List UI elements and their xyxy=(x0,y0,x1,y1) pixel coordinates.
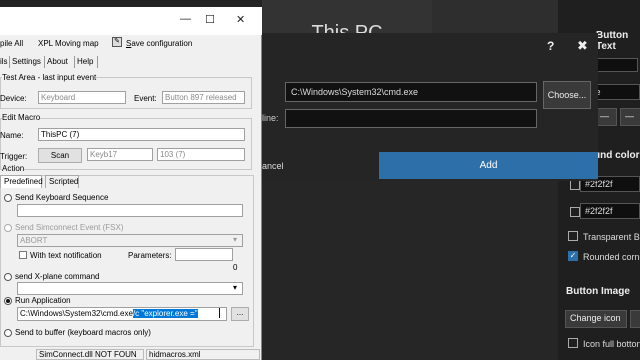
color2-checkbox[interactable] xyxy=(570,207,580,217)
app-args-selected: /c "explorer.exe =" xyxy=(132,309,198,318)
button-image-header: Button Image xyxy=(566,286,630,297)
minimize-icon[interactable]: — xyxy=(180,13,191,25)
dash-icon: — xyxy=(625,111,634,121)
app-path-text: C:\Windows\System32\cmd.exe xyxy=(20,309,133,318)
hidmacros-window: — ☐ ✕ pile All XPL Moving map ✎ Save con… xyxy=(0,7,262,360)
command-line-label: line: xyxy=(262,113,279,123)
color2-input[interactable]: #2f2f2f xyxy=(580,203,640,219)
dash-icon: — xyxy=(600,111,609,121)
browse-button[interactable]: ... xyxy=(231,307,249,321)
transparent-checkbox[interactable] xyxy=(568,231,578,241)
xplane-command-select[interactable] xyxy=(17,282,243,295)
edit-macro-title: Edit Macro xyxy=(2,113,41,122)
tab-scripted[interactable]: Scripted xyxy=(45,175,79,188)
device-field: Keyboard xyxy=(38,91,126,104)
cancel-button[interactable]: ancel xyxy=(262,161,284,171)
menu-separator xyxy=(44,56,45,68)
save-icon: ✎ xyxy=(112,37,122,47)
status-file: hidmacros.xml xyxy=(146,349,260,360)
event-label: Event: xyxy=(134,94,157,103)
xplane-value: 0 xyxy=(233,263,238,272)
send-xplane-label: send X-plane command xyxy=(15,272,100,281)
help-icon[interactable]: ? xyxy=(547,39,554,53)
device-label: Device: xyxy=(0,94,27,103)
save-configuration-button[interactable]: Save configuration xyxy=(126,39,192,48)
button-text-header: Button Text xyxy=(596,30,629,52)
send-simconnect-label: Send Simconnect Event (FSX) xyxy=(15,223,124,232)
text-cursor-icon xyxy=(219,308,220,318)
menu-tools[interactable]: ils xyxy=(0,57,8,66)
title-bar xyxy=(0,7,262,35)
align-center-button[interactable]: — xyxy=(620,108,640,126)
name-label: Name: xyxy=(0,131,24,140)
scan-button[interactable]: Scan xyxy=(38,148,82,163)
status-simconnect: SimConnect.dll NOT FOUN xyxy=(36,349,144,360)
rounded-checkbox[interactable]: ✓ xyxy=(568,251,578,261)
align-left-button[interactable]: — xyxy=(595,108,617,126)
run-application-radio[interactable] xyxy=(4,297,12,305)
menu-about[interactable]: About xyxy=(47,57,68,66)
trigger-code-field: 103 (7) xyxy=(157,148,245,161)
simconnect-event-select[interactable]: ABORT xyxy=(17,234,243,247)
send-xplane-radio[interactable] xyxy=(4,273,12,281)
chevron-down-icon: ▾ xyxy=(233,283,238,292)
trigger-label: Trigger: xyxy=(0,152,28,161)
run-application-label: Run Application xyxy=(15,296,71,305)
send-buffer-radio[interactable] xyxy=(4,329,12,337)
event-field: Button 897 released xyxy=(162,91,245,104)
text-notification-checkbox[interactable] xyxy=(19,251,27,259)
run-application-input[interactable]: C:\Windows\System32\cmd.exe/c "explorer.… xyxy=(17,307,227,321)
icon-full-label: Icon full botton xyxy=(583,339,640,349)
add-button[interactable]: Add xyxy=(379,152,598,179)
trigger-key-field: Keyb17 xyxy=(87,148,153,161)
menu-settings[interactable]: Settings xyxy=(12,57,41,66)
change-icon-button[interactable]: Change icon xyxy=(565,310,627,328)
keyboard-sequence-input[interactable] xyxy=(17,204,243,217)
menu-help[interactable]: Help xyxy=(77,57,93,66)
close-icon[interactable]: ✕ xyxy=(236,13,245,26)
xpl-moving-map-button[interactable]: XPL Moving map xyxy=(38,39,99,48)
menu-separator xyxy=(74,56,75,68)
check-icon: ✓ xyxy=(569,251,577,260)
arguments-input[interactable] xyxy=(285,109,537,128)
macro-name-input[interactable]: ThisPC (7) xyxy=(38,128,245,141)
color1-checkbox[interactable] xyxy=(570,180,580,190)
transparent-label: Transparent Ba xyxy=(583,232,640,242)
parameters-input[interactable] xyxy=(175,248,233,261)
send-keyboard-label: Send Keyboard Sequence xyxy=(15,193,109,202)
path-input[interactable]: C:\Windows\System32\cmd.exe xyxy=(285,82,537,102)
save-label-rest: ave configuration xyxy=(131,39,193,48)
close-icon[interactable]: ✖ xyxy=(577,38,588,54)
send-buffer-label: Send to buffer (keyboard macros only) xyxy=(15,328,151,337)
icon-extra-button[interactable] xyxy=(630,310,640,328)
tab-predefined[interactable]: Predefined xyxy=(0,175,43,188)
test-area-title: Test Area - last input event xyxy=(2,73,97,82)
rounded-label: Rounded corne xyxy=(583,252,640,262)
parameters-label: Parameters: xyxy=(128,251,172,260)
menu-separator xyxy=(97,56,98,68)
send-keyboard-radio[interactable] xyxy=(4,194,12,202)
chevron-down-icon: ▾ xyxy=(233,235,238,244)
send-simconnect-radio[interactable] xyxy=(4,224,12,232)
compile-all-button[interactable]: pile All xyxy=(0,39,23,48)
menu-separator xyxy=(9,56,10,68)
text-notification-label: With text notification xyxy=(30,251,102,260)
maximize-icon[interactable]: ☐ xyxy=(205,13,215,26)
icon-full-checkbox[interactable] xyxy=(568,338,578,348)
action-title: Action xyxy=(2,164,25,173)
choose-button[interactable]: Choose... xyxy=(543,81,591,109)
